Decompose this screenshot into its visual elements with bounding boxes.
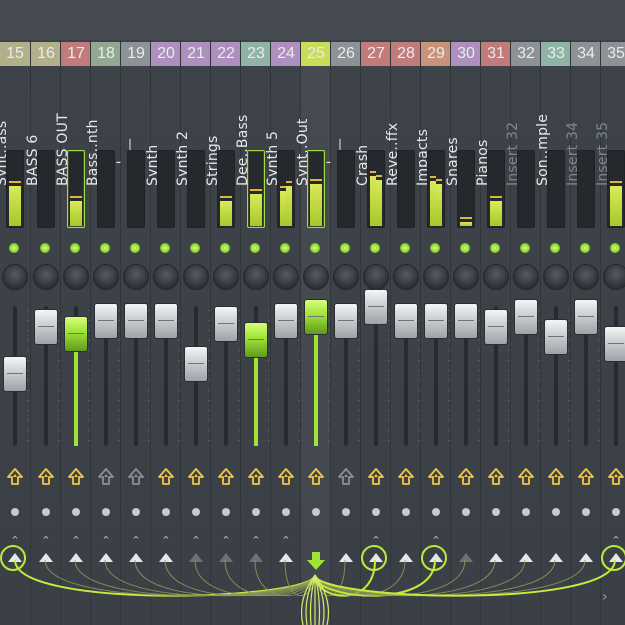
mixer-panel: 15 Synt..ass ^ 16 BASS 6 ^ 17 BASS OUT ^ 18 Bass..…: [0, 0, 625, 625]
routing-wire: [314, 559, 466, 597]
chevron-right-icon[interactable]: ›: [602, 590, 616, 604]
routing-wires: [14, 559, 616, 625]
routing-wire: [104, 559, 316, 597]
routing-wire: [164, 559, 316, 597]
routing-wire: [314, 559, 526, 597]
